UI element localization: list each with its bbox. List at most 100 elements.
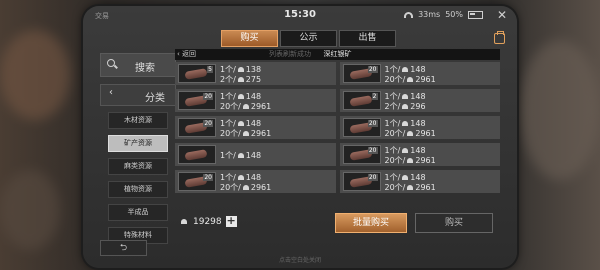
coin-icon: [402, 121, 409, 126]
listing-row[interactable]: 20 1个/148 20个/2961: [339, 116, 500, 139]
price-text: 148: [410, 173, 426, 182]
ore-thumbnail: 2: [342, 91, 381, 110]
status-bar: 交易 15:30 33ms 50% ✕: [83, 6, 517, 24]
category-list: 木材资源 矿产资源 麻类资源 植物资源 半成品 特殊材料: [100, 112, 176, 244]
category-ore[interactable]: 矿产资源: [108, 135, 168, 152]
listing-row[interactable]: 1个/148: [175, 143, 336, 166]
price-text: 148: [410, 65, 426, 74]
tab-announce[interactable]: 公示: [280, 30, 337, 47]
coin-icon: [237, 67, 244, 72]
ore-thumbnail: 20: [342, 145, 381, 164]
category-plant[interactable]: 植物资源: [108, 181, 168, 198]
category-hemp[interactable]: 麻类资源: [108, 158, 168, 175]
price-line-2: 2个/296: [385, 101, 426, 112]
price-line-2: 20个/2961: [385, 182, 436, 193]
price-line-2: 20个/2961: [385, 155, 436, 166]
ore-thumbnail: 20: [342, 172, 381, 191]
qty-text: 1个/: [220, 119, 236, 128]
coin-icon: [402, 148, 409, 153]
ore-icon: [184, 68, 208, 80]
price-line-2: 20个/2961: [220, 182, 271, 193]
ore-icon: [348, 95, 373, 107]
qty-text: 20个/: [220, 129, 241, 138]
qty-text: 20个/: [384, 129, 406, 138]
search-icon: [107, 59, 115, 67]
price-text: 2961: [415, 183, 436, 192]
category-header[interactable]: ‹ 分类: [100, 84, 176, 106]
coin-icon: [407, 131, 414, 136]
qty-text: 20个/: [384, 75, 406, 84]
bag-icon[interactable]: [494, 31, 505, 44]
listing-grid: 5 1个/138 2个/275 20 1个/148 20个/2961 20 1个/148 20个…: [175, 62, 500, 193]
ore-thumbnail: 20: [342, 64, 381, 83]
price-text: 148: [245, 119, 262, 128]
tab-buy[interactable]: 购买: [221, 30, 278, 47]
add-currency-button[interactable]: +: [225, 215, 237, 227]
batch-buy-button[interactable]: 批量购买: [335, 213, 407, 233]
price-text: 2961: [415, 156, 436, 165]
qty-text: 2个/: [384, 102, 401, 111]
trade-window: 交易 15:30 33ms 50% ✕ 购买 公示 出售 搜索 ‹ 分类 木材资…: [83, 6, 517, 268]
price-text: 2961: [250, 129, 272, 138]
tab-sell[interactable]: 出售: [339, 30, 396, 47]
listing-panel: ‹ 返回 列表刷新成功 深红银矿 5 1个/138 2个/275 20 1个/148 20…: [175, 49, 500, 193]
coin-icon: [237, 121, 244, 126]
price-text: 2961: [415, 129, 436, 138]
coin-icon: [407, 158, 414, 163]
listing-row[interactable]: 2 1个/148 2个/296: [339, 89, 500, 112]
stack-badge: 20: [203, 93, 213, 100]
ore-thumbnail: 20: [178, 172, 216, 191]
price-text: 138: [245, 65, 262, 74]
qty-text: 1个/: [220, 65, 236, 74]
price-text: 275: [245, 75, 262, 84]
price-text: 148: [410, 119, 426, 128]
coin-icon: [402, 94, 409, 99]
buy-button[interactable]: 购买: [415, 213, 493, 233]
listing-row[interactable]: 5 1个/138 2个/275: [175, 62, 336, 85]
battery-icon: [468, 10, 483, 19]
search-button[interactable]: 搜索: [100, 53, 176, 77]
sidebar: 搜索 ‹ 分类 木材资源 矿产资源 麻类资源 植物资源 半成品 特殊材料: [100, 53, 176, 244]
qty-text: 1个/: [384, 65, 401, 74]
coin-icon: [407, 77, 414, 82]
ping-text: 33ms: [418, 10, 441, 19]
category-label: 分类: [145, 93, 165, 104]
close-icon[interactable]: ✕: [497, 8, 507, 22]
price-line-1: 1个/148: [220, 150, 261, 161]
coin-icon: [237, 153, 244, 158]
coin-icon: [242, 185, 249, 190]
currency-amount: 19298: [193, 216, 222, 227]
coin-icon: [242, 104, 249, 109]
ore-thumbnail: 20: [342, 118, 381, 137]
back-button[interactable]: ⮌: [100, 240, 147, 256]
stack-badge: 20: [367, 66, 378, 73]
price-line-2: 20个/2961: [220, 128, 271, 139]
qty-text: 20个/: [220, 183, 241, 192]
listing-row[interactable]: 20 1个/148 20个/2961: [175, 116, 336, 139]
listing-row[interactable]: 20 1个/148 20个/2961: [339, 170, 500, 193]
ore-thumbnail: 5: [178, 64, 216, 83]
price-line-2: 20个/2961: [385, 128, 436, 139]
stack-badge: 20: [367, 120, 378, 127]
stack-badge: 5: [207, 66, 213, 73]
breadcrumb: ‹ 返回 列表刷新成功 深红银矿: [175, 49, 500, 60]
qty-text: 20个/: [384, 183, 406, 192]
category-semi[interactable]: 半成品: [108, 204, 168, 221]
bottom-bar: 19298 + 批量购买 购买: [175, 213, 500, 235]
network-status: 33ms 50%: [404, 10, 483, 19]
listing-row[interactable]: 20 1个/148 20个/2961: [175, 170, 336, 193]
coin-icon: [402, 175, 409, 180]
battery-text: 50%: [445, 10, 463, 19]
qty-text: 1个/: [220, 173, 236, 182]
category-wood[interactable]: 木材资源: [108, 112, 168, 129]
listing-row[interactable]: 20 1个/148 20个/2961: [175, 89, 336, 112]
ore-thumbnail: [178, 145, 216, 164]
coin-icon: [237, 77, 244, 82]
item-title: 深红银矿: [323, 50, 352, 58]
qty-text: 1个/: [384, 173, 401, 182]
coin-icon: [407, 185, 414, 190]
stack-badge: 20: [203, 120, 213, 127]
listing-row[interactable]: 20 1个/148 20个/2961: [339, 143, 500, 166]
ore-thumbnail: 20: [178, 118, 216, 137]
listing-row[interactable]: 20 1个/148 20个/2961: [339, 62, 500, 85]
